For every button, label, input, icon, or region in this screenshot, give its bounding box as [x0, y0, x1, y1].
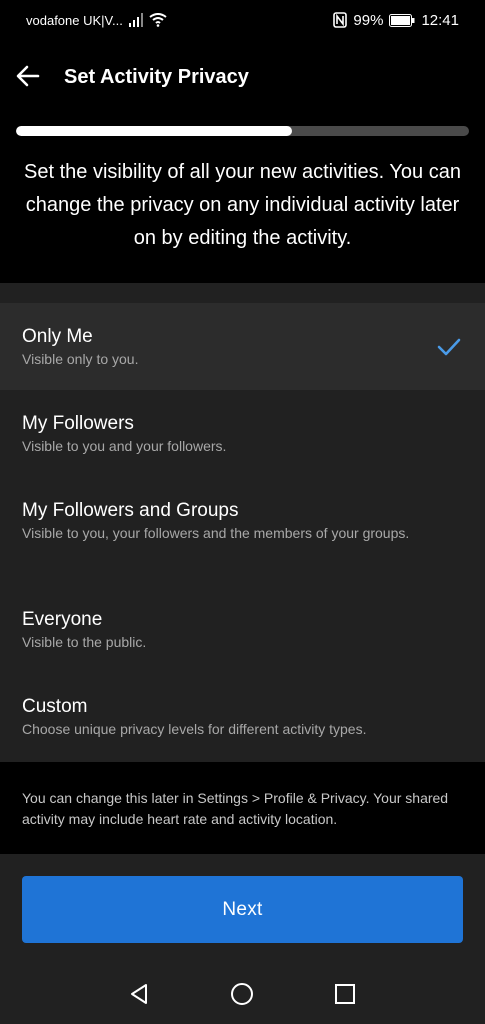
option-description: Visible only to you.: [22, 351, 139, 367]
option-everyone[interactable]: Everyone Visible to the public.: [0, 586, 485, 673]
battery-percent: 99%: [353, 11, 384, 29]
status-right: 99% 12:41: [333, 12, 459, 29]
option-description: Visible to you and your followers.: [22, 438, 227, 454]
carrier-name: vodafone UK|V...: [26, 12, 123, 28]
page-title: Set Activity Privacy: [64, 66, 249, 88]
progress-bar: [16, 126, 469, 136]
clock: 12:41: [421, 11, 459, 29]
battery-icon: [389, 13, 415, 27]
wifi-icon: [149, 13, 167, 27]
triangle-back-icon[interactable]: [127, 982, 151, 1006]
circle-home-icon[interactable]: [230, 982, 254, 1006]
option-title: Everyone: [22, 609, 103, 630]
back-button[interactable]: [14, 62, 42, 90]
progress-fill: [16, 126, 293, 136]
option-description: Visible to the public.: [22, 634, 147, 650]
app-bar: Set Activity Privacy: [0, 40, 485, 118]
intro-text: Set the visibility of all your new activ…: [24, 161, 461, 249]
option-title: Only Me: [22, 326, 93, 347]
square-recents-icon[interactable]: [333, 982, 357, 1006]
option-description: Visible to you, your followers and the m…: [22, 525, 410, 541]
next-button[interactable]: Next: [22, 876, 463, 943]
nfc-icon: [333, 12, 348, 28]
option-my-followers-and-groups[interactable]: My Followers and Groups Visible to you, …: [0, 477, 485, 586]
settings-note: You can change this later in Settings > …: [0, 762, 485, 854]
signal-icon: [128, 13, 143, 27]
privacy-options-list: Only Me Visible only to you. My Follower…: [0, 303, 485, 760]
arrow-left-icon: [16, 65, 40, 87]
status-left: vodafone UK|V...: [26, 13, 167, 28]
option-description: Choose unique privacy levels for differe…: [22, 721, 367, 737]
option-title: My Followers and Groups: [22, 500, 239, 521]
option-only-me[interactable]: Only Me Visible only to you.: [0, 303, 485, 390]
option-title: My Followers: [22, 413, 134, 434]
option-my-followers[interactable]: My Followers Visible to you and your fol…: [0, 390, 485, 477]
system-nav-bar: [0, 964, 485, 1024]
option-title: Custom: [22, 696, 88, 717]
option-custom[interactable]: Custom Choose unique privacy levels for …: [0, 673, 485, 760]
header-area: Set Activity Privacy Set the visibility …: [0, 40, 485, 283]
status-bar: vodafone UK|V... 99% 12:41: [0, 0, 485, 40]
checkmark-icon: [437, 338, 461, 356]
